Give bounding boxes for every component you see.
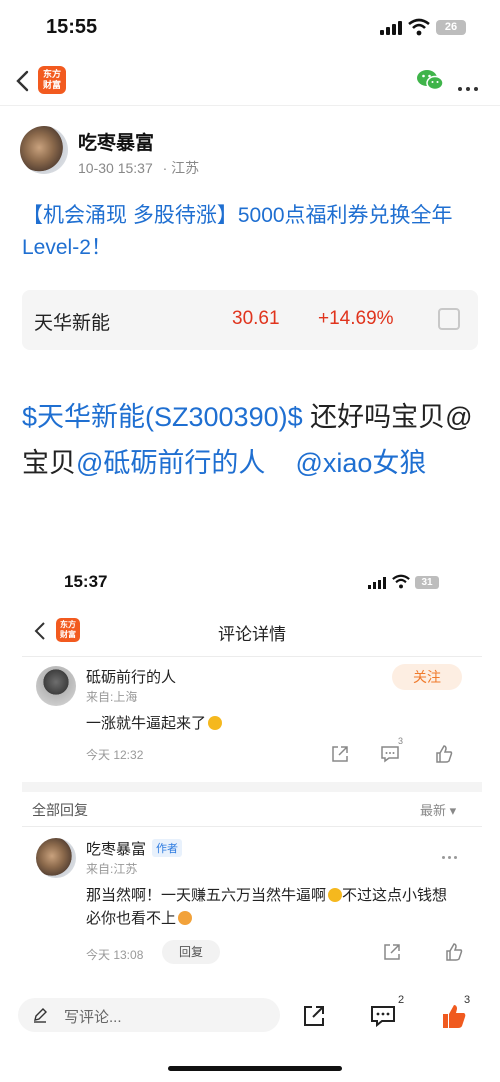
replier-avatar	[36, 838, 76, 878]
commenter-name: 砥砺前行的人	[86, 669, 177, 686]
comment-date: 今天 12:32	[86, 748, 144, 762]
post-author: 吃枣暴富 10-30 15:37 · 江苏	[20, 124, 480, 180]
commenter-location: 来自:上海	[86, 690, 138, 704]
shy-emoji-icon	[178, 911, 193, 925]
comment-content: 一涨就牛逼起来了	[86, 715, 207, 732]
pen-icon	[34, 1008, 47, 1023]
embedded-status-time: 15:37	[64, 572, 108, 591]
stock-price: 30.61	[232, 308, 280, 329]
author-badge: 作者	[152, 839, 182, 857]
status-bar: 15:55 26	[0, 0, 500, 56]
divider	[22, 826, 482, 827]
comment-input[interactable]: 写评论...	[18, 998, 280, 1032]
battery-icon: 31	[415, 576, 439, 589]
comment-text: 一涨就牛逼起来了	[86, 712, 223, 733]
top-nav: 东方 财富	[0, 56, 500, 106]
comment-placeholder: 写评论...	[64, 1009, 122, 1026]
comment-icon[interactable]	[370, 1004, 396, 1028]
sort-selector: 最新 ▾	[420, 803, 457, 818]
reply-button: 回复	[162, 940, 220, 964]
section-gap	[22, 782, 482, 792]
promo-headline-link[interactable]: 【机会涌现 多股待涨】5000点福利券兑换全年Level-2！	[22, 200, 482, 264]
divider	[22, 656, 482, 657]
author-name[interactable]: 吃枣暴富	[78, 128, 154, 155]
wifi-icon	[408, 18, 430, 36]
reply-text: 那当然啊！一天赚五六万当然牛逼啊 不过这点小钱想必你也看不上	[86, 884, 456, 930]
mention-link[interactable]: @砥砺前行的人	[76, 448, 265, 478]
signal-icon	[380, 21, 402, 35]
stock-link[interactable]: $天华新能(SZ300390)$	[22, 402, 303, 432]
post-body: $天华新能(SZ300390)$ 还好吗宝贝@宝贝@砥砺前行的人 @xiao女狼	[22, 394, 480, 486]
post-datetime: 10-30 15:37	[78, 160, 153, 176]
share-icon[interactable]	[302, 1004, 326, 1028]
post-location: · 江苏	[162, 160, 200, 176]
status-time: 15:55	[46, 16, 98, 38]
commenter-avatar	[36, 666, 76, 706]
like-count: 3	[464, 994, 471, 1006]
grin-emoji-icon	[328, 888, 343, 902]
comment-count: 2	[398, 994, 405, 1006]
more-icon	[442, 846, 462, 859]
share-icon	[384, 944, 400, 960]
app-logo[interactable]: 东方 财富	[38, 66, 66, 94]
stock-change: +14.69%	[318, 308, 394, 329]
post-meta: 10-30 15:37 · 江苏	[78, 158, 199, 178]
replier-location: 来自:江苏	[86, 862, 138, 876]
thumbs-up-icon	[436, 745, 453, 763]
embedded-screenshot[interactable]: 15:37 31 东方 财富 评论详情 砥砺前行的人 来自:上海 关注 一涨就牛…	[22, 560, 482, 990]
follow-button: 关注	[392, 664, 462, 690]
logo-text-top: 东方	[42, 69, 61, 79]
more-icon[interactable]	[458, 78, 482, 91]
stock-card[interactable]: 天华新能 30.61 +14.69%	[22, 290, 478, 350]
watchlist-checkbox-icon[interactable]	[438, 308, 460, 330]
battery-icon: 26	[436, 20, 466, 35]
stock-name: 天华新能	[34, 313, 111, 334]
logo-text-bottom: 财富	[42, 80, 61, 90]
thumbs-up-icon	[446, 943, 463, 961]
wechat-icon[interactable]	[416, 68, 444, 92]
bottom-action-bar: 写评论... 2 3	[0, 990, 500, 1082]
back-icon[interactable]	[12, 68, 36, 94]
home-indicator	[168, 1066, 342, 1071]
replier-name: 吃枣暴富	[86, 841, 147, 858]
embedded-page-title: 评论详情	[218, 625, 286, 644]
all-replies-heading: 全部回复	[32, 802, 88, 818]
wifi-icon	[392, 574, 410, 589]
share-icon	[332, 746, 348, 762]
thumbs-up-icon[interactable]	[440, 1002, 468, 1030]
reply-date: 今天 13:08	[86, 948, 144, 962]
author-avatar[interactable]	[20, 126, 68, 174]
reply-content-a: 那当然啊！一天赚五六万当然牛逼啊	[86, 887, 327, 904]
grin-emoji-icon	[208, 716, 223, 730]
comment-count: 3	[398, 736, 404, 746]
mention-link[interactable]: @xiao女狼	[295, 448, 426, 478]
comment-icon	[381, 746, 399, 763]
signal-icon	[368, 577, 386, 589]
